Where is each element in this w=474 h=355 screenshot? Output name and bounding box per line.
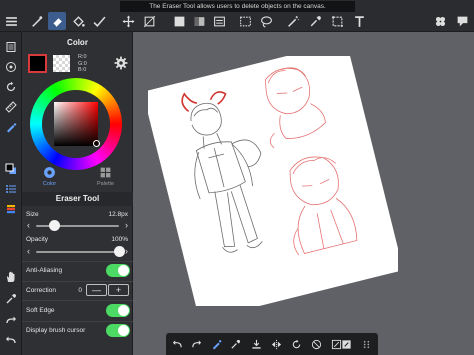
brush-icon[interactable] xyxy=(27,12,45,30)
layer-stack-icon[interactable] xyxy=(2,200,20,218)
opacity-value: 100% xyxy=(111,236,128,243)
correction-decrease-button[interactable]: — xyxy=(86,284,107,296)
text-icon[interactable] xyxy=(350,12,368,30)
size-slider[interactable]: ‹ › xyxy=(24,219,131,232)
size-value: 12.8px xyxy=(108,211,128,218)
soft-edge-label: Soft Edge xyxy=(26,307,55,314)
navigator-icon[interactable] xyxy=(2,58,20,76)
canvas-paper xyxy=(148,56,398,306)
brush-icon[interactable] xyxy=(208,336,224,352)
tab-palette-label: Palette xyxy=(96,181,115,187)
gradient-icon[interactable] xyxy=(190,12,208,30)
transform-icon[interactable] xyxy=(140,12,158,30)
fullscreen-icon[interactable] xyxy=(338,336,354,352)
display-brush-cursor-toggle[interactable] xyxy=(106,324,130,337)
eyedropper-icon[interactable] xyxy=(2,290,20,308)
color-tabs: Color Palette xyxy=(22,164,133,190)
hand-icon[interactable] xyxy=(2,268,20,286)
tab-color-label: Color xyxy=(42,181,57,187)
display-brush-cursor-label: Display brush cursor xyxy=(26,327,86,334)
opacity-slider-track xyxy=(36,251,119,253)
fill-icon[interactable] xyxy=(69,12,87,30)
divider xyxy=(22,261,133,262)
correction-increase-button[interactable]: + xyxy=(108,284,129,296)
size-increase-button[interactable]: › xyxy=(122,219,131,232)
redo-icon[interactable] xyxy=(2,312,20,330)
rotate-icon[interactable] xyxy=(288,336,304,352)
divider xyxy=(22,300,133,301)
rgb-readout: R:0 G:0 B:0 xyxy=(78,54,87,74)
saturation-value-square[interactable] xyxy=(54,102,98,146)
crop-icon[interactable] xyxy=(328,12,346,30)
correction-label: Correction xyxy=(26,287,56,294)
opacity-label: Opacity xyxy=(26,236,49,243)
foreground-color-swatch[interactable] xyxy=(28,54,47,73)
eraser-panel-title: Eraser Tool xyxy=(22,192,133,206)
flip-icon[interactable] xyxy=(268,336,284,352)
redo-icon[interactable] xyxy=(188,336,204,352)
app-window: The Eraser Tool allows users to delete o… xyxy=(0,0,474,355)
color-panel-title: Color xyxy=(67,38,88,47)
rgb-b: B:0 xyxy=(78,67,87,73)
ruler-icon[interactable] xyxy=(2,98,20,116)
anti-aliasing-toggle[interactable] xyxy=(106,264,130,277)
size-slider-knob[interactable] xyxy=(48,220,60,231)
rgb-r: R:0 xyxy=(78,54,87,60)
size-label: Size xyxy=(26,211,39,218)
undo-icon[interactable] xyxy=(2,332,20,350)
top-toolbar: The Eraser Tool allows users to delete o… xyxy=(0,0,474,32)
eyedropper-icon[interactable] xyxy=(306,12,324,30)
drawing-canvas[interactable] xyxy=(148,56,398,306)
no-transform-icon[interactable] xyxy=(308,336,324,352)
lasso-icon[interactable] xyxy=(257,12,275,30)
bottom-toolbar xyxy=(166,333,378,355)
eraser-icon[interactable] xyxy=(48,12,66,30)
save-icon[interactable] xyxy=(248,336,264,352)
move-icon[interactable] xyxy=(119,12,137,30)
layers-list-icon[interactable] xyxy=(2,38,20,56)
opacity-slider[interactable]: ‹ › xyxy=(24,245,131,258)
layers-icon[interactable] xyxy=(431,12,449,30)
size-decrease-button[interactable]: ‹ xyxy=(24,219,33,232)
color-wheel-icon xyxy=(43,166,56,179)
undo-icon[interactable] xyxy=(169,336,185,352)
anti-aliasing-label: Anti-Aliasing xyxy=(26,267,63,274)
rotate-icon[interactable] xyxy=(2,78,20,96)
settings-icon[interactable] xyxy=(453,12,471,30)
select-icon[interactable] xyxy=(90,12,108,30)
opacity-decrease-button[interactable]: ‹ xyxy=(24,245,33,258)
soft-edge-toggle[interactable] xyxy=(106,304,130,317)
list-icon[interactable] xyxy=(2,180,20,198)
magic-wand-icon[interactable] xyxy=(284,12,302,30)
transparent-color-swatch[interactable] xyxy=(53,55,70,72)
opacity-increase-button[interactable]: › xyxy=(122,245,131,258)
divider xyxy=(22,321,133,322)
layer-fill-icon[interactable] xyxy=(210,12,228,30)
color-swatch-icon[interactable] xyxy=(2,160,20,178)
palette-icon xyxy=(99,166,112,179)
selection-rect-icon[interactable] xyxy=(236,12,254,30)
tool-panel: Color R:0 G:0 B:0 Color Palette Eraser T… xyxy=(22,32,133,355)
color-picker-cursor[interactable] xyxy=(93,140,100,147)
menu-icon[interactable] xyxy=(2,12,20,30)
correction-value: 0 xyxy=(78,287,82,294)
left-tool-rail xyxy=(0,32,22,355)
divider xyxy=(22,281,133,282)
tooltip: The Eraser Tool allows users to delete o… xyxy=(120,1,355,12)
tab-palette[interactable]: Palette xyxy=(78,164,133,190)
pen-icon[interactable] xyxy=(2,118,20,136)
color-wheel[interactable] xyxy=(30,78,122,170)
color-swatches: R:0 G:0 B:0 xyxy=(26,54,130,74)
canvas-area[interactable] xyxy=(134,32,474,355)
eyedropper-icon[interactable] xyxy=(227,336,243,352)
fill-square-icon[interactable] xyxy=(170,12,188,30)
more-icon[interactable] xyxy=(358,336,374,352)
color-settings-gear-icon[interactable] xyxy=(114,56,128,70)
tab-color[interactable]: Color xyxy=(22,164,77,190)
